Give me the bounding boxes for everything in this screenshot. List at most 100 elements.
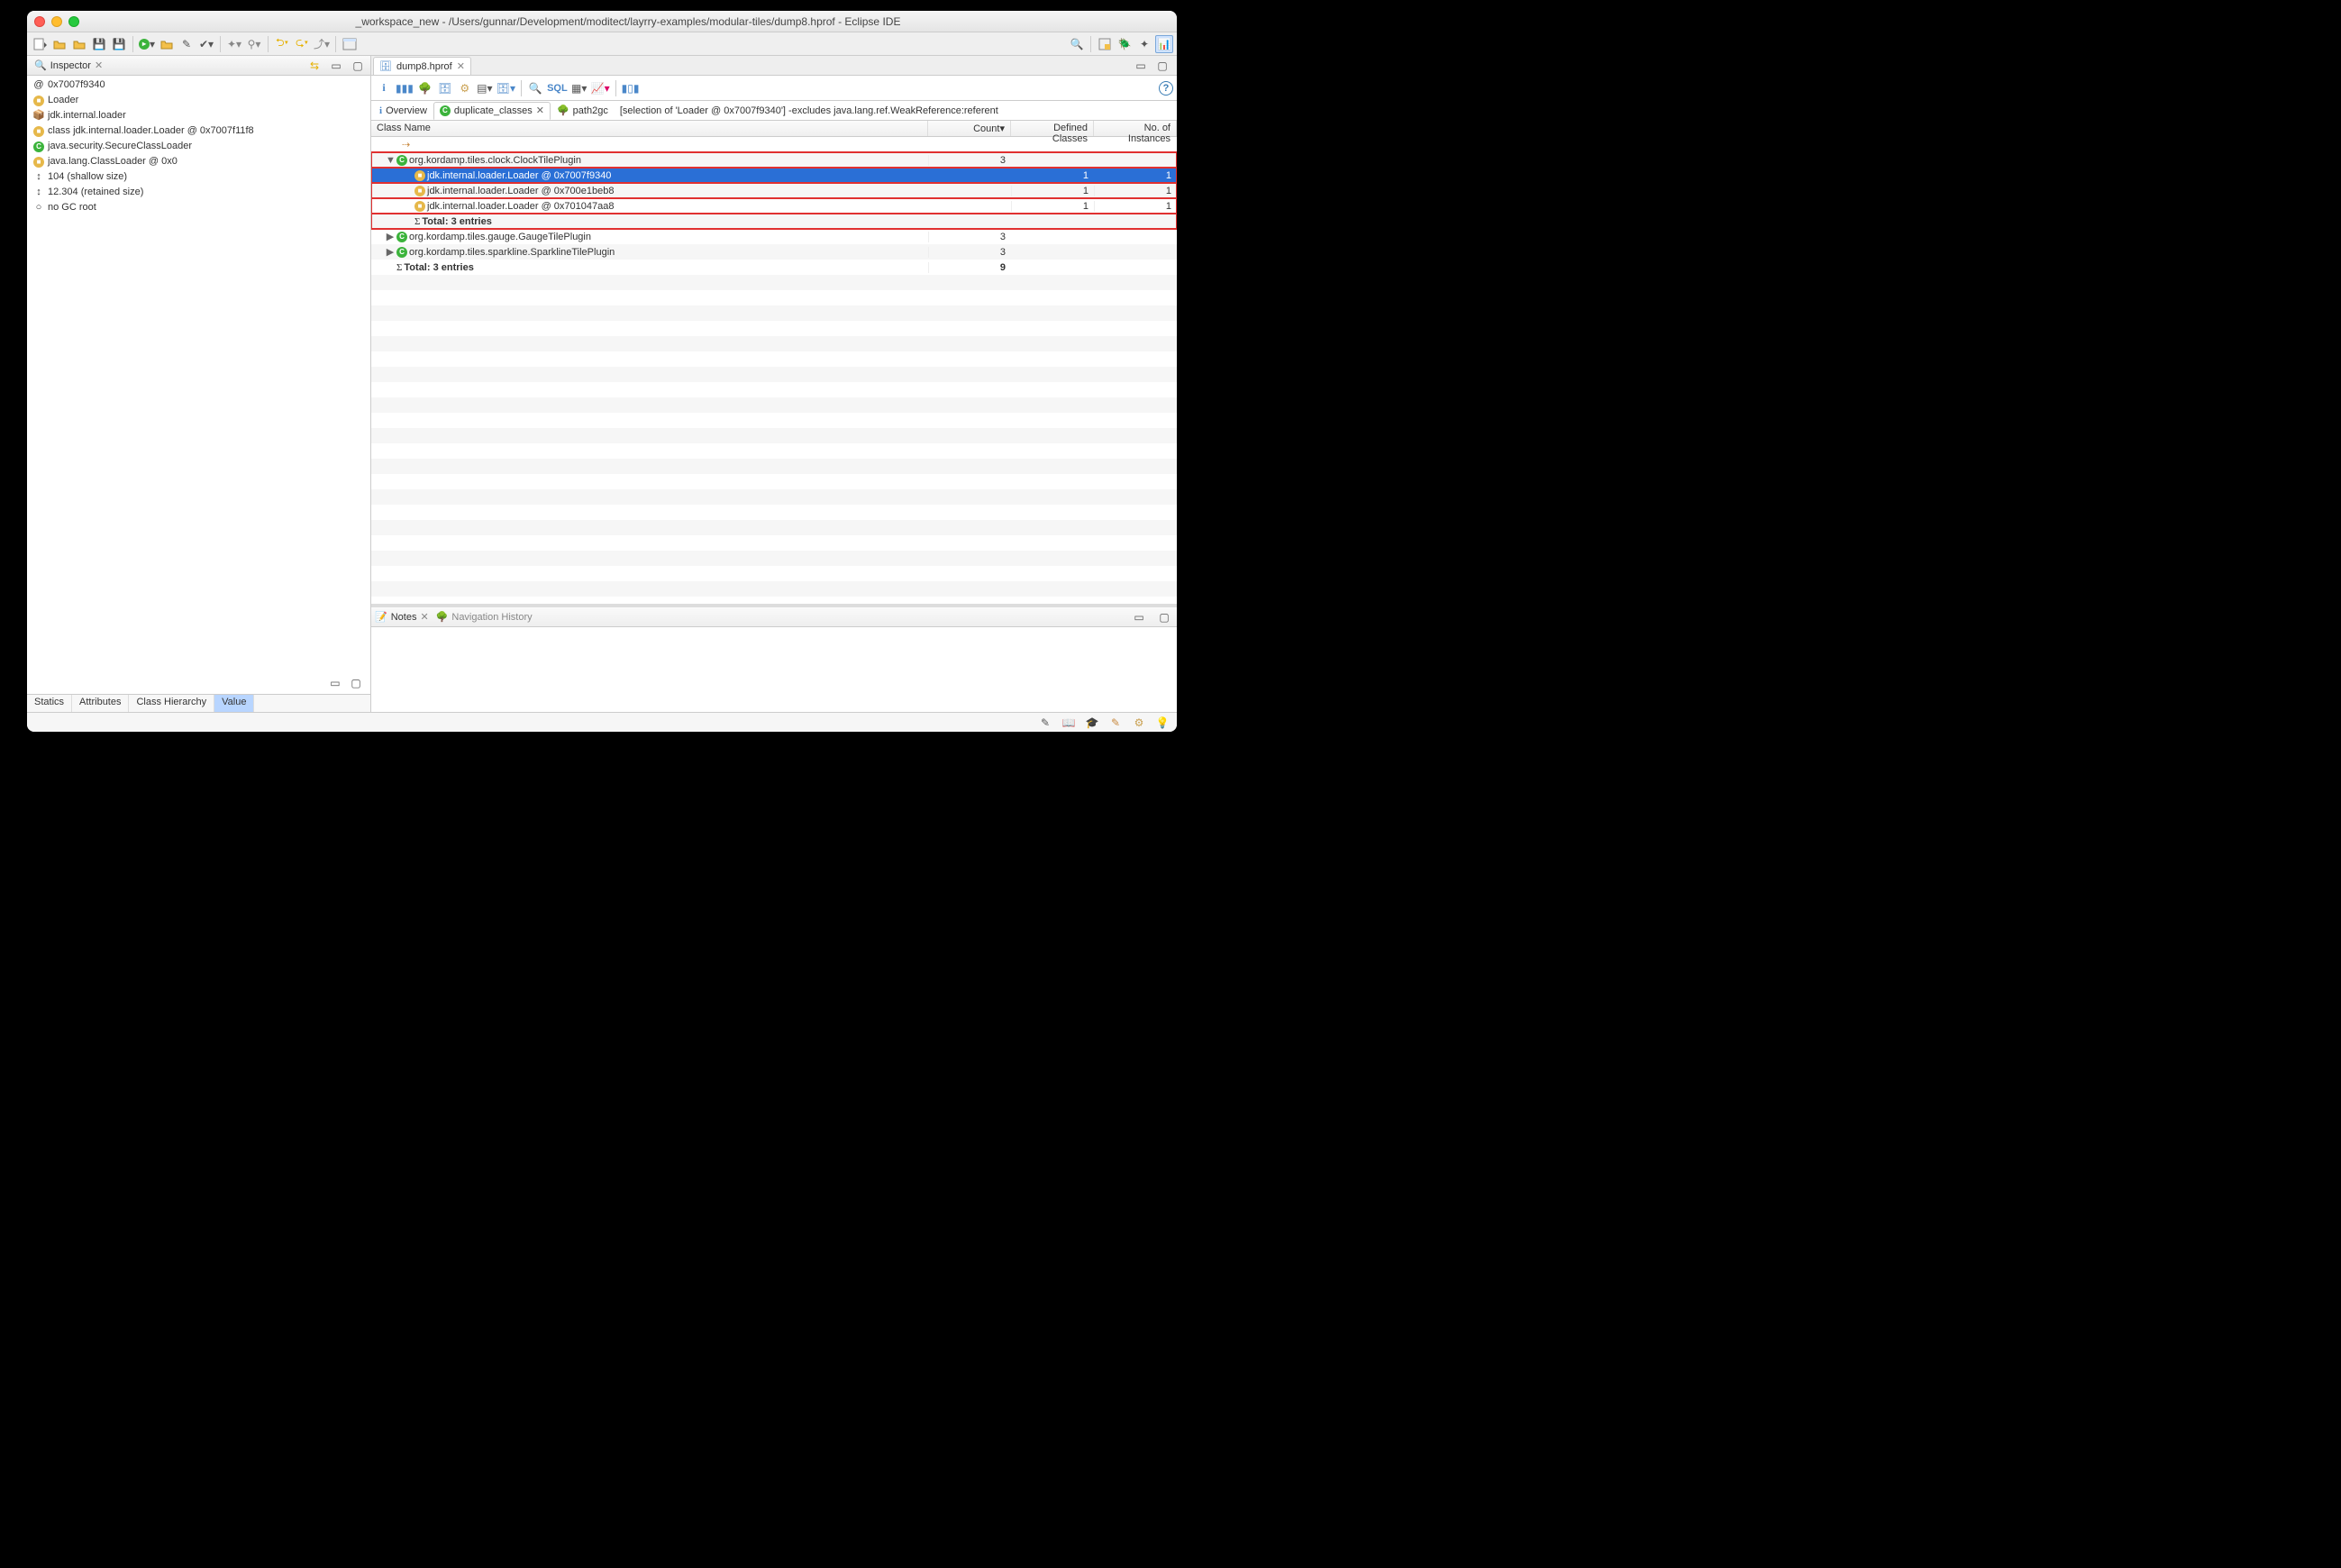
max-icon[interactable]: ▢ [347, 674, 365, 692]
mat-perspective-button[interactable]: 📊 [1155, 35, 1173, 53]
editor-tab-hprof[interactable]: 🗄 dump8.hprof ✕ [373, 57, 471, 75]
task-button[interactable]: ✔▾ [197, 35, 215, 53]
inspector-bottom-icons: ▭ ▢ [27, 672, 370, 694]
total-row[interactable]: Σ Total: 3 entries9 [371, 260, 1177, 275]
notes-close-icon[interactable]: ✕ [420, 611, 428, 623]
class-row[interactable]: ▶C org.kordamp.tiles.gauge.GaugeTilePlug… [371, 229, 1177, 244]
path2gc-label: path2gc [573, 105, 608, 116]
open-type-button[interactable] [158, 35, 176, 53]
link-editor-button[interactable]: ⇆ [305, 57, 323, 75]
notes-tab[interactable]: 📝 Notes ✕ [375, 611, 429, 623]
editor-min-button[interactable]: ▭ [1132, 57, 1150, 75]
info-button[interactable]: i [375, 79, 393, 97]
sb-icon-5[interactable]: ⚙ [1130, 714, 1148, 732]
loader-row[interactable]: ■ jdk.internal.loader.Loader @ 0x7007f93… [371, 168, 1177, 183]
class-row[interactable]: ▼C org.kordamp.tiles.clock.ClockTilePlug… [371, 152, 1177, 168]
header-defined[interactable]: Defined Classes [1011, 121, 1094, 136]
wand-button[interactable]: ✦▾ [225, 35, 243, 53]
inspector-row[interactable]: ■Loader [27, 93, 370, 108]
maximize-view-button[interactable]: ▢ [349, 57, 367, 75]
grid-body[interactable]: ⇢▼C org.kordamp.tiles.clock.ClockTilePlu… [371, 137, 1177, 604]
run-menu-button[interactable]: ▸▾ [138, 35, 156, 53]
empty-row [371, 459, 1177, 474]
open-folder2-button[interactable] [70, 35, 88, 53]
open-perspective-button[interactable] [1096, 35, 1114, 53]
inspector-tab-statics[interactable]: Statics [27, 695, 72, 712]
loader-row[interactable]: ■ jdk.internal.loader.Loader @ 0x700e1be… [371, 183, 1177, 198]
search-icon[interactable]: 🔍 [1068, 35, 1086, 53]
bottom-min-button[interactable]: ▭ [1130, 608, 1148, 626]
empty-row [371, 428, 1177, 443]
inspector-row[interactable]: @0x7007f9340 [27, 77, 370, 93]
forward-button[interactable]: ⮎▾ [293, 35, 311, 53]
open-folder-button[interactable] [50, 35, 68, 53]
search-button[interactable]: 🔍 [526, 79, 544, 97]
inspector-tabs: StaticsAttributesClass HierarchyValue [27, 694, 370, 712]
header-instances[interactable]: No. of Instances [1094, 121, 1177, 136]
list-button[interactable]: ▤▾ [476, 79, 494, 97]
editor-tab-close-icon[interactable]: ✕ [457, 60, 465, 72]
close-icon[interactable]: ✕ [536, 105, 544, 116]
inspector-tree: @0x7007f9340■Loader📦jdk.internal.loader■… [27, 76, 370, 217]
total-row[interactable]: Σ Total: 3 entries [371, 214, 1177, 229]
inspector-row[interactable]: ↕104 (shallow size) [27, 169, 370, 185]
overview-tab[interactable]: i Overview [373, 102, 433, 120]
header-classname[interactable]: Class Name [371, 121, 928, 136]
min-icon[interactable]: ▭ [326, 674, 344, 692]
sb-icon-4[interactable]: ✎ [1107, 714, 1125, 732]
sb-tip-icon[interactable]: 💡 [1153, 714, 1171, 732]
bars-button[interactable]: ▮▯▮ [621, 79, 641, 97]
inspector-row[interactable]: ■class jdk.internal.loader.Loader @ 0x70… [27, 123, 370, 139]
inspector-tab-value[interactable]: Value [214, 695, 254, 712]
inspector-tab-class-hierarchy[interactable]: Class Hierarchy [129, 695, 214, 712]
grid-menu-button[interactable]: ▦▾ [570, 79, 588, 97]
inspector-close-icon[interactable]: ✕ [95, 59, 103, 71]
db-button[interactable]: 🗄▾ [496, 79, 516, 97]
anchor-button[interactable]: ⚲▾ [245, 35, 263, 53]
inspector-row[interactable]: ○no GC root [27, 200, 370, 215]
inspector-tab-attributes[interactable]: Attributes [72, 695, 129, 712]
inspector-row[interactable]: 📦jdk.internal.loader [27, 108, 370, 123]
inspector-row[interactable]: ■java.lang.ClassLoader @ 0x0 [27, 154, 370, 169]
inspector-row[interactable]: ↕12.304 (retained size) [27, 185, 370, 200]
save-all-button[interactable]: 💾 [110, 35, 128, 53]
new-menu-button[interactable] [31, 35, 49, 53]
sb-icon-3[interactable]: 🎓 [1083, 714, 1101, 732]
gear-button[interactable]: ⚙ [456, 79, 474, 97]
path2gc-tab[interactable]: 🌳 path2gc [551, 102, 615, 120]
oql-button[interactable]: 🗄 [436, 79, 454, 97]
back-button[interactable]: ⮌▾ [273, 35, 291, 53]
up-button[interactable]: ⤴▾ [313, 35, 331, 53]
plugin-perspective-button[interactable]: ✦ [1135, 35, 1153, 53]
help-button[interactable]: ? [1159, 81, 1173, 96]
header-count[interactable]: Count▾ [928, 121, 1011, 136]
nav-history-tab[interactable]: 🌳 Navigation History [436, 611, 533, 623]
edit-button[interactable]: ✎ [178, 35, 196, 53]
notes-body[interactable] [371, 627, 1177, 712]
loader-row[interactable]: ■ jdk.internal.loader.Loader @ 0x701047a… [371, 198, 1177, 214]
empty-row [371, 597, 1177, 604]
sb-icon-2[interactable]: 📖 [1060, 714, 1078, 732]
regex-filter-row[interactable]: ⇢ [371, 137, 1177, 152]
sb-icon-1[interactable]: ✎ [1036, 714, 1054, 732]
perspective-button[interactable] [341, 35, 359, 53]
chart-button[interactable]: 📈▾ [590, 79, 611, 97]
save-button[interactable]: 💾 [90, 35, 108, 53]
minimize-window-button[interactable] [51, 16, 62, 27]
debug-perspective-button[interactable]: 🪲 [1116, 35, 1134, 53]
inspector-title: Inspector [50, 60, 91, 71]
duplicate-classes-tab[interactable]: C duplicate_classes ✕ [433, 102, 551, 120]
minimize-view-button[interactable]: ▭ [327, 57, 345, 75]
close-window-button[interactable] [34, 16, 45, 27]
zoom-window-button[interactable] [68, 16, 79, 27]
inspector-row[interactable]: Cjava.security.SecureClassLoader [27, 139, 370, 154]
editor-max-button[interactable]: ▢ [1153, 57, 1171, 75]
histogram-button[interactable]: ▮▮▮ [395, 79, 414, 97]
titlebar: _workspace_new - /Users/gunnar/Developme… [27, 11, 1177, 32]
tree-button[interactable]: 🌳 [416, 79, 434, 97]
inspector-header: 🔍 Inspector ✕ ⇆ ▭ ▢ [27, 56, 370, 76]
grid-header: Class Name Count▾ Defined Classes No. of… [371, 121, 1177, 137]
bottom-max-button[interactable]: ▢ [1155, 608, 1173, 626]
class-row[interactable]: ▶C org.kordamp.tiles.sparkline.Sparkline… [371, 244, 1177, 260]
sql-button[interactable]: SQL [546, 79, 569, 97]
